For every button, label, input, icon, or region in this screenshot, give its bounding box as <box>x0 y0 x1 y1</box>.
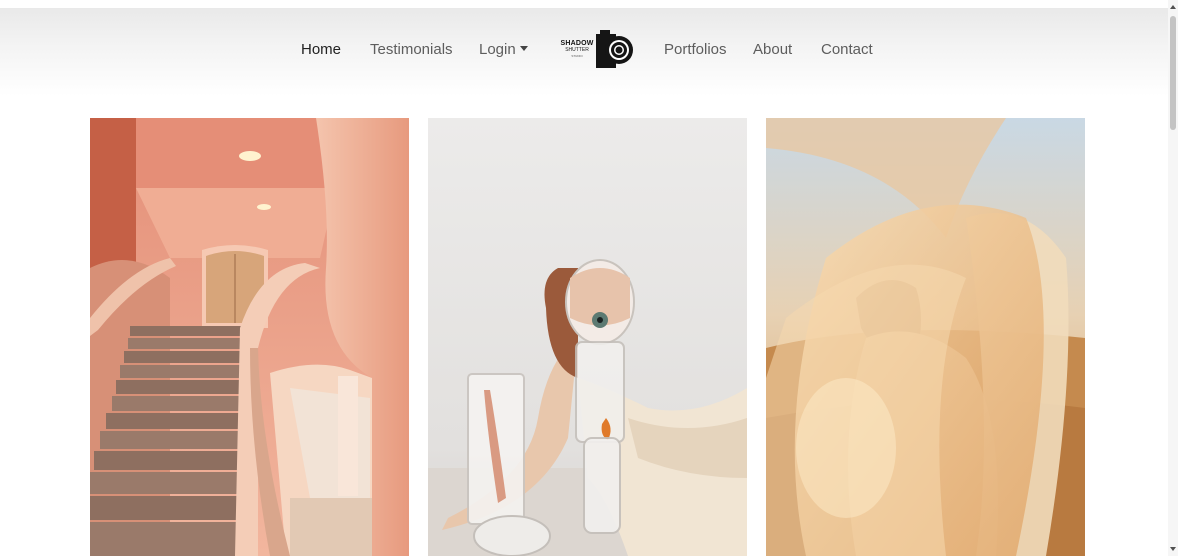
gallery-photo-staircase[interactable] <box>90 118 409 556</box>
camera-icon <box>596 30 633 68</box>
logo-text: SHADOW SHUTTER STUDIO <box>557 40 597 58</box>
logo-title: SHADOW <box>560 40 594 47</box>
scroll-thumb[interactable] <box>1170 16 1176 130</box>
glass-vase-illustration <box>428 118 747 556</box>
logo-tagline: STUDIO <box>571 54 583 58</box>
logo-subtitle: SHUTTER <box>565 47 589 53</box>
scroll-down-arrow-icon[interactable] <box>1170 547 1176 551</box>
caret-down-icon <box>519 46 528 51</box>
desert-veil-illustration <box>766 118 1085 556</box>
navbar: Home Testimonials Login SHADOW SHUTTER S… <box>0 8 1168 96</box>
page-scrollbar[interactable] <box>1168 0 1178 556</box>
gallery-photo-glass-vases[interactable] <box>428 118 747 556</box>
staircase-illustration <box>90 118 409 556</box>
gallery-photo-desert-veil[interactable] <box>766 118 1085 556</box>
nav-login-dropdown[interactable]: Login <box>479 41 528 59</box>
nav-portfolios[interactable]: Portfolios <box>664 41 727 59</box>
nav-contact[interactable]: Contact <box>821 41 873 59</box>
nav-testimonials[interactable]: Testimonials <box>370 41 453 59</box>
brand-logo[interactable]: SHADOW SHUTTER STUDIO <box>557 28 637 74</box>
window-top-strip <box>0 0 1178 8</box>
nav-login-label: Login <box>479 41 516 58</box>
nav-about[interactable]: About <box>753 41 792 59</box>
scroll-up-arrow-icon[interactable] <box>1170 5 1176 9</box>
nav-home[interactable]: Home <box>301 41 341 59</box>
